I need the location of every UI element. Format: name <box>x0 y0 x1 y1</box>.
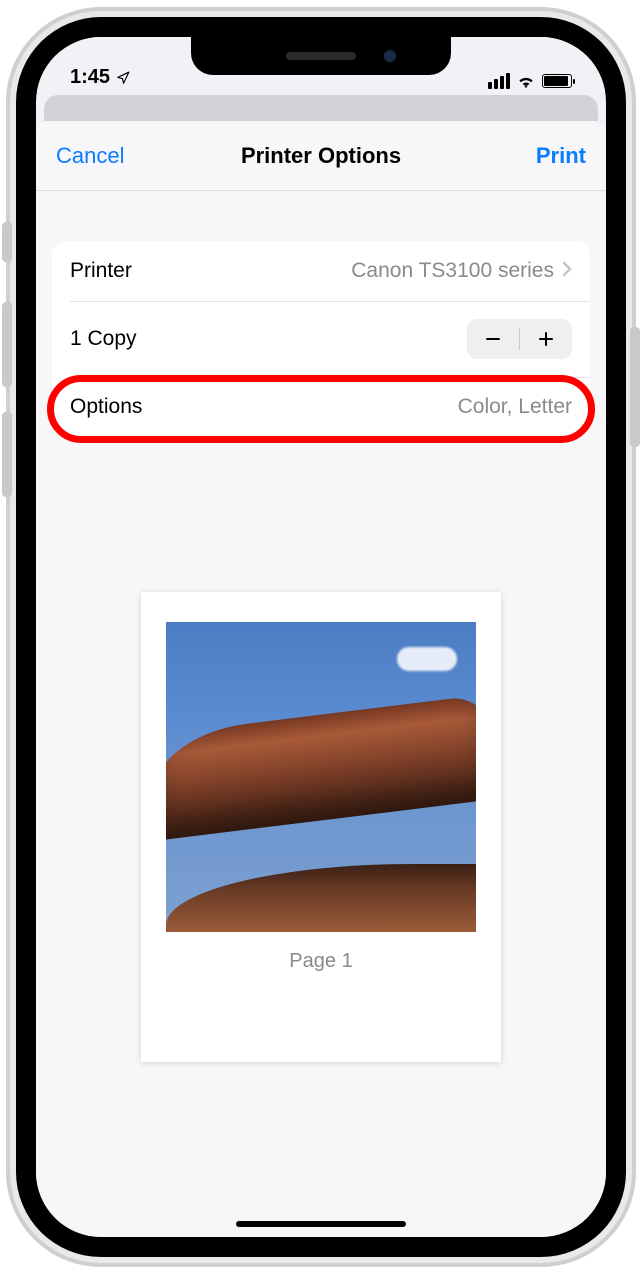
notch <box>191 37 451 75</box>
printer-options-sheet: Cancel Printer Options Print Printer Can… <box>36 121 606 1237</box>
background-sheet <box>44 95 598 121</box>
minus-icon <box>483 329 503 349</box>
options-row-value: Color, Letter <box>458 395 572 419</box>
wifi-icon <box>516 73 536 89</box>
plus-icon <box>536 329 556 349</box>
nav-bar: Cancel Printer Options Print <box>36 121 606 191</box>
cancel-button[interactable]: Cancel <box>36 121 144 190</box>
phone-frame: 1:45 Cancel Printer Options <box>16 17 626 1257</box>
speaker <box>286 52 356 60</box>
printer-row-value: Canon TS3100 series <box>351 259 554 283</box>
power-button <box>630 327 640 447</box>
page-title: Printer Options <box>241 143 401 169</box>
print-button[interactable]: Print <box>516 121 606 190</box>
printer-row[interactable]: Printer Canon TS3100 series <box>52 241 590 301</box>
settings-group: Printer Canon TS3100 series 1 Copy <box>52 241 590 437</box>
screen: 1:45 Cancel Printer Options <box>36 37 606 1237</box>
preview-image <box>166 622 476 932</box>
stepper-plus-button[interactable] <box>520 319 572 359</box>
options-row[interactable]: Options Color, Letter <box>52 377 590 437</box>
options-row-label: Options <box>70 395 142 419</box>
copies-label: 1 Copy <box>70 327 137 351</box>
stepper-minus-button[interactable] <box>467 319 519 359</box>
cancel-label: Cancel <box>56 143 124 169</box>
page-preview[interactable]: Page 1 <box>141 592 501 1062</box>
volume-down <box>2 412 12 497</box>
preview-area: Page 1 <box>36 437 606 1237</box>
copies-row: 1 Copy <box>52 301 590 377</box>
printer-row-label: Printer <box>70 259 132 283</box>
battery-icon <box>542 74 572 88</box>
page-number-label: Page 1 <box>289 950 352 973</box>
cellular-icon <box>488 73 510 89</box>
print-label: Print <box>536 143 586 169</box>
location-icon <box>116 71 130 85</box>
status-time: 1:45 <box>70 66 110 89</box>
home-indicator[interactable] <box>236 1221 406 1227</box>
mute-switch <box>2 222 12 262</box>
chevron-right-icon <box>562 259 572 283</box>
front-camera <box>384 50 396 62</box>
copies-stepper <box>467 319 572 359</box>
volume-up <box>2 302 12 387</box>
